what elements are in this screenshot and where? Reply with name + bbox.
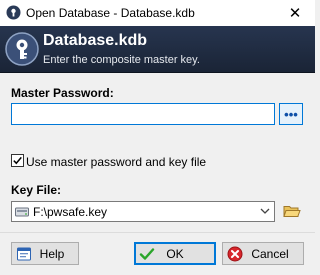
cancel-button-label: Cancel <box>251 247 289 261</box>
help-button[interactable]: Help <box>11 242 79 265</box>
ok-button-label: OK <box>166 247 184 261</box>
close-button[interactable]: ✕ <box>275 0 315 26</box>
separator <box>0 232 315 233</box>
browse-keyfile-button[interactable] <box>281 200 303 222</box>
header-banner: Database.kdb Enter the composite master … <box>0 26 315 73</box>
window-title: Open Database - Database.kdb <box>26 6 195 20</box>
key-file-dropdown[interactable]: F:\pwsafe.key <box>11 201 275 222</box>
folder-open-icon <box>283 205 301 217</box>
use-keyfile-label[interactable]: Use master password and key file <box>26 155 206 169</box>
chevron-down-icon <box>260 208 270 214</box>
show-password-button[interactable]: ••• <box>279 103 303 125</box>
ok-button[interactable]: OK <box>134 242 216 265</box>
lock-icon <box>6 5 21 20</box>
key-file-label: Key File: <box>11 183 62 197</box>
banner-title: Database.kdb <box>43 32 148 49</box>
key-lock-icon <box>5 32 39 66</box>
checkmark-icon <box>13 156 22 165</box>
key-file-value: F:\pwsafe.key <box>33 205 108 219</box>
help-button-label: Help <box>39 247 65 261</box>
master-password-label: Master Password: <box>11 86 114 100</box>
cancel-button[interactable]: Cancel <box>222 242 304 265</box>
drive-icon <box>15 207 29 217</box>
close-icon: ✕ <box>288 5 302 22</box>
use-keyfile-checkbox[interactable] <box>11 154 24 167</box>
ellipsis-icon: ••• <box>284 106 298 122</box>
master-password-input[interactable] <box>11 103 275 125</box>
banner-subtitle: Enter the composite master key. <box>43 54 200 66</box>
title-bar: Open Database - Database.kdb ✕ <box>0 0 315 26</box>
